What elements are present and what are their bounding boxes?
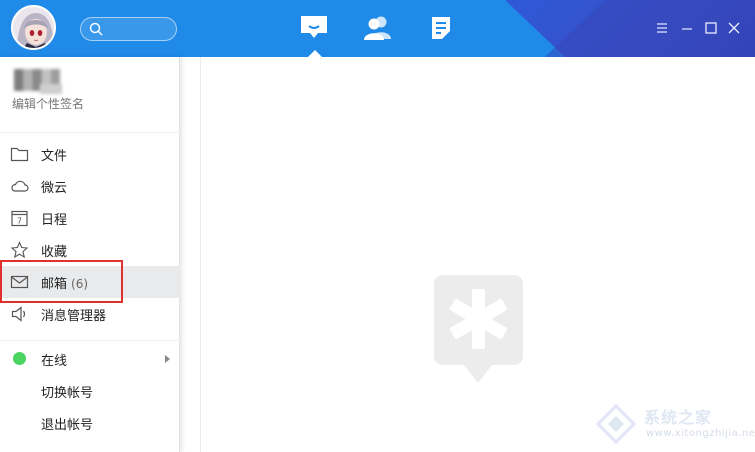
site-logo-icon <box>595 403 637 445</box>
tab-contacts[interactable] <box>362 14 394 44</box>
menu-item-status-online[interactable]: 在线 <box>0 343 180 375</box>
menu-item-label: 收藏 <box>41 245 68 260</box>
menu-icon[interactable] <box>655 21 669 35</box>
space-icon <box>432 17 450 39</box>
mailbox-label: 邮箱 <box>41 277 68 292</box>
site-url: www.xitongzhijia.net <box>646 428 755 439</box>
menu-item-switch-account[interactable]: 切换帐号 <box>0 375 180 407</box>
menu-item-label: 退出帐号 <box>41 418 94 433</box>
signature-field[interactable]: 编辑个性签名 <box>12 95 84 112</box>
contacts-icon <box>364 16 391 40</box>
submenu-arrow-icon <box>165 355 170 363</box>
menu-item-label: 文件 <box>41 149 68 164</box>
menu-item-label: 切换帐号 <box>41 386 94 401</box>
unread-count-badge: (6) <box>71 277 89 291</box>
site-brand: 系统之家 <box>644 408 713 427</box>
menu-item-label: 日程 <box>41 213 68 228</box>
chat-bubble-icon <box>301 16 327 38</box>
divider <box>0 132 180 133</box>
calendar-day-text: 7 <box>17 217 22 226</box>
close-icon[interactable] <box>727 21 741 35</box>
menu-item-weiyun[interactable]: 微云 <box>0 170 180 202</box>
menu-item-message-manager[interactable]: 消息管理器 <box>0 298 180 330</box>
menu-item-label: 微云 <box>41 181 68 196</box>
tab-messages[interactable] <box>299 14 331 57</box>
mail-icon <box>10 275 29 289</box>
menu-item-label: 消息管理器 <box>41 309 107 324</box>
active-tab-indicator <box>308 50 322 57</box>
qq-logo-icon <box>434 275 523 383</box>
avatar[interactable] <box>11 5 56 50</box>
search-icon <box>89 22 103 36</box>
menu-item-schedule[interactable]: 7 日程 <box>0 202 180 234</box>
menu-item-logout[interactable]: 退出帐号 <box>0 407 180 439</box>
cloud-icon <box>11 180 29 192</box>
site-watermark: 系统之家 www.xitongzhijia.net <box>590 400 755 448</box>
menu-item-label: 邮箱 (6) <box>41 273 88 292</box>
tab-space[interactable] <box>427 14 459 44</box>
maximize-icon[interactable] <box>704 21 718 35</box>
nickname-redacted-part <box>40 84 62 94</box>
main-menu-panel: 编辑个性签名 文件 微云 7 日程 收藏 邮箱 (6) 消息管理器 在线 切换帐… <box>0 57 180 452</box>
menu-item-favorites[interactable]: 收藏 <box>0 234 180 266</box>
online-status-icon <box>13 352 26 365</box>
divider <box>0 340 180 341</box>
menu-item-files[interactable]: 文件 <box>0 138 180 170</box>
menu-item-label: 在线 <box>41 354 68 369</box>
search-input[interactable] <box>80 17 177 41</box>
title-bar <box>0 0 755 57</box>
folder-icon <box>10 147 29 162</box>
main-divider <box>200 57 201 452</box>
star-icon <box>10 241 29 259</box>
menu-item-mailbox[interactable]: 邮箱 (6) <box>0 266 180 298</box>
minimize-icon[interactable] <box>680 21 694 35</box>
calendar-icon: 7 <box>11 210 28 227</box>
speaker-icon <box>11 306 26 322</box>
